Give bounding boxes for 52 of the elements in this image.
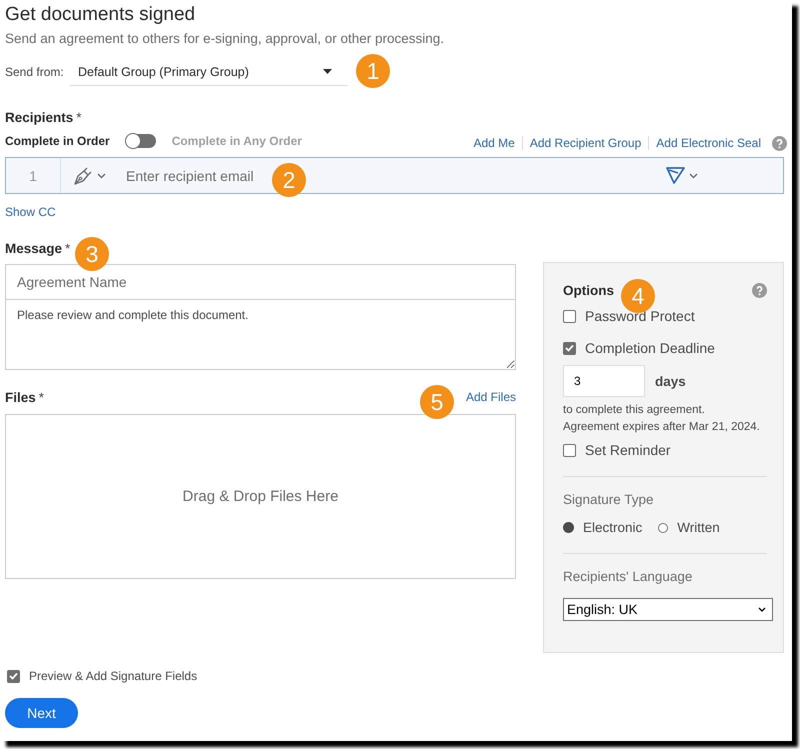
checkbox[interactable] [7,670,20,682]
language-label: Recipients' Language [563,569,694,584]
chevron-icon [758,607,766,612]
funnel-icon[interactable] [666,167,685,184]
recipient-link[interactable]: Add Electronic Seal [648,136,768,150]
language-select[interactable]: English: UK [563,598,773,621]
required-mark: * [38,390,44,404]
recipient-link[interactable]: Add Me [466,136,522,150]
order-option[interactable]: Complete in Order [5,134,110,148]
recipients-label: Recipients [5,110,74,125]
next-button[interactable]: Next [5,698,78,728]
files-label: Files [5,390,36,404]
help-icon[interactable] [752,283,767,298]
checkbox-label: Preview & Add Signature Fields [29,669,198,683]
radio-button[interactable] [658,522,668,532]
chevron-icon[interactable] [97,172,106,178]
order-toggle[interactable] [126,134,156,148]
callout-badge: 1 [356,54,390,88]
checkbox-label: Set Reminder [585,442,671,458]
message-label: Message [5,241,62,256]
help-icon[interactable] [772,136,787,150]
send-from-label: Send from: [5,65,65,79]
drop-zone[interactable]: Drag & Drop Files Here [5,414,516,579]
callout-badge: 5 [420,385,454,419]
agreement-name-field[interactable]: Agreement Name [5,264,516,300]
deadline-note: to complete this agreement. [563,403,706,418]
checkbox[interactable] [563,444,576,456]
pen-icon[interactable] [73,166,93,186]
message-field[interactable]: Please review and complete this document. [5,300,516,370]
days-label: days [655,374,686,388]
callout-badge: 3 [75,237,109,271]
radio-button[interactable] [563,522,574,533]
radio-label: Electronic [583,520,642,535]
page-title: Get documents signed [5,4,196,26]
checkbox-label: Completion Deadline [585,340,715,356]
group-select[interactable]: Default Group (Primary Group) [70,58,348,86]
options-title: Options [563,283,614,298]
add-files-link[interactable]: Add Files [466,390,516,404]
row-number: 1 [6,158,61,193]
show-cc-link[interactable]: Show CC [5,205,56,219]
chevron-icon[interactable] [689,172,698,178]
required-mark: * [65,241,70,256]
recipient-link[interactable]: Add Recipient Group [522,136,648,150]
signature-type-label: Signature Type [563,492,655,507]
caret-icon [323,69,332,74]
required-mark: * [76,110,82,125]
checkbox[interactable] [563,342,576,354]
expiry-note: Agreement expires after Mar 21, 2024. [563,420,761,435]
page-subtitle: Send an agreement to others for e-signing, approval, or other processing. [5,31,446,46]
deadline-days-field[interactable]: 3 [563,365,645,397]
checkbox[interactable] [563,310,576,322]
radio-label: Written [677,520,720,535]
